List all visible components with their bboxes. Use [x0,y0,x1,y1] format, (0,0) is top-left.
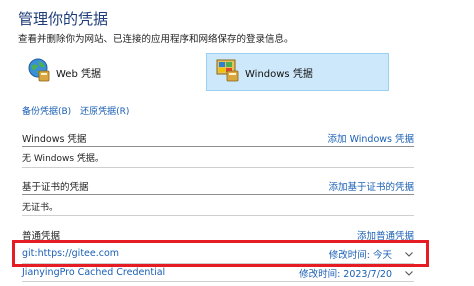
certificate-credentials-section-title: 基于证书的凭据 [22,182,89,193]
certificate-credentials-section-header: 基于证书的凭据 添加基于证书的凭据 [22,179,414,194]
chevron-down-icon[interactable] [404,268,414,278]
page-title: 管理你的凭据 [18,10,109,28]
tab-windows-credentials-label: Windows 凭据 [245,68,313,80]
tab-windows-credentials[interactable]: Windows 凭据 [206,53,389,91]
credential-name: JianyingPro Cached Credential [22,267,166,278]
row-divider [22,167,414,168]
credential-row[interactable]: git:https://gitee.com 修改时间: 今天 [22,245,414,262]
windows-credentials-empty-text: 无 Windows 凭据。 [22,154,104,164]
backup-credentials-link[interactable]: 备份凭据(B) [22,107,71,117]
row-divider [22,215,414,216]
credential-modified: 修改时间: 2023/7/20 [299,268,392,280]
windows-credentials-icon [215,57,241,87]
credential-name: git:https://gitee.com [22,248,120,259]
section-divider [22,146,414,147]
row-divider [22,281,414,282]
windows-credentials-section-header: Windows 凭据 添加 Windows 凭据 [22,131,414,146]
windows-credentials-section-title: Windows 凭据 [22,134,87,145]
section-divider [22,194,414,195]
add-windows-credential-link[interactable]: 添加 Windows 凭据 [328,131,414,146]
backup-restore-links: 备份凭据(B) 还原凭据(R) [22,104,135,117]
web-credentials-icon [26,57,52,87]
restore-credentials-link[interactable]: 还原凭据(R) [80,107,129,117]
credential-row[interactable]: JianyingPro Cached Credential 修改时间: 2023… [22,264,414,281]
certificate-credentials-empty-text: 无证书。 [22,203,59,213]
chevron-down-icon[interactable] [404,249,414,259]
add-certificate-credential-link[interactable]: 添加基于证书的凭据 [328,179,414,194]
credential-modified: 修改时间: 今天 [328,249,392,261]
page-description: 查看并删除你为网站、已连接的应用程序和网络保存的登录信息。 [18,34,294,45]
tab-web-credentials[interactable]: Web 凭据 [18,53,206,91]
section-divider [22,241,414,242]
tab-web-credentials-label: Web 凭据 [56,68,101,80]
